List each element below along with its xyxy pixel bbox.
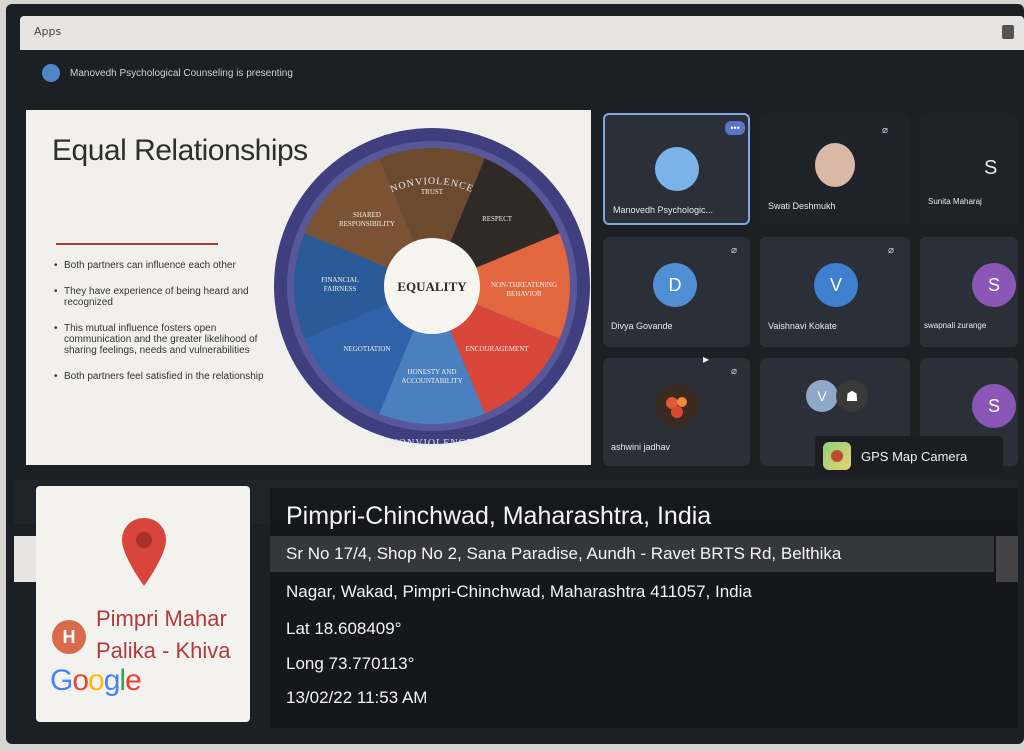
presenter-avatar-icon [42,64,60,82]
participant-name: ashwini jadhav [611,442,671,452]
gps-camera-label: GPS Map Camera [861,448,968,464]
map-place-line2: Palika - Khiva [96,638,231,663]
slide-bullet: This mutual influence fosters open commu… [54,323,272,356]
participant-tile[interactable]: ⌀ D Divya Govande [603,237,750,347]
participant-tile[interactable]: ⌀ S Sunita Maharaj [882,113,1018,225]
participant-avatar [655,147,699,191]
slide-divider [56,243,218,245]
participant-avatar: V [806,380,838,412]
map-place-line1: Pimpri Mahar [96,606,227,631]
mic-off-icon: ⌀ [888,245,895,256]
window-menu-icon[interactable] [1002,25,1014,39]
location-latitude: Lat 18.608409° [286,619,402,638]
participant-avatar: S [972,263,1016,307]
mic-off-icon: ⌀ [882,125,889,136]
wheel-segment-label: HONESTY AND ACCOUNTABILITY [401,368,462,385]
presenting-text: Manovedh Psychological Counseling is pre… [70,67,293,79]
participant-photo: ☗ [836,380,868,412]
map-pin-icon [122,518,166,586]
wheel-center-label: EQUALITY [397,279,467,294]
wheel-segment-label: NEGOTIATION [343,345,390,353]
map-thumbnail: Pimpri Mahar Palika - Khiva H Google [36,486,250,722]
location-city: Pimpri-Chinchwad, Maharashtra, India [286,502,712,530]
participant-tile[interactable]: ••• Manovedh Psychologic... [603,113,750,225]
mic-off-icon: ⌀ [731,366,738,377]
participant-avatar: V [814,263,858,307]
mic-off-icon: ⌀ [731,245,738,256]
participant-name: Vaishnavi Kokate [768,321,837,331]
gps-camera-app-icon [823,442,851,470]
location-overlay: Pimpri-Chinchwad, Maharashtra, India Sr … [270,488,1018,728]
participant-name: Swati Deshmukh [768,201,836,211]
wheel-segment-label: TRUST [421,188,444,196]
more-options-icon[interactable]: ••• [725,121,745,135]
ring-label-bottom: NONVIOLENCE [391,438,474,449]
shared-slide: Equal Relationships Both partners can in… [26,110,591,465]
slide-bullet: Both partners feel satisfied in the rela… [54,371,272,382]
taskbar-fragment [14,536,38,582]
hospital-icon: H [52,620,86,654]
location-timestamp: 13/02/22 11:53 AM [286,688,428,707]
wheel-segment-label: RESPECT [482,215,513,223]
slide-bullet: Both partners can influence each other [54,260,272,271]
participant-initial: S [984,157,998,179]
participant-avatar: S [972,384,1016,428]
google-logo: Google [50,664,142,697]
participant-tile[interactable]: S swapnali zurange [920,237,1018,347]
participant-tile[interactable]: ⌀ V Vaishnavi Kokate [760,237,910,347]
participant-tile[interactable]: ▸ ⌀ ashwini jadhav [603,352,750,466]
presenting-banner: Manovedh Psychological Counseling is pre… [42,64,293,82]
slide-bullet: They have experience of being heard and … [54,286,272,308]
apps-label[interactable]: Apps [34,25,61,38]
participant-photo [655,384,699,428]
equality-wheel: TRUSTRESPECTNON-THREATENING BEHAVIORENCOU… [274,128,590,449]
location-street-line2: Nagar, Wakad, Pimpri-Chinchwad, Maharash… [286,582,752,601]
slide-title: Equal Relationships [52,134,308,167]
slide-bullet-list: Both partners can influence each other T… [54,260,272,397]
gps-map-camera-badge: GPS Map Camera [815,436,1003,476]
location-street-line1: Sr No 17/4, Shop No 2, Sana Paradise, Au… [286,544,842,563]
participant-avatar: D [653,263,697,307]
participant-name: swapnali zurange [924,321,987,330]
participant-photo [815,143,855,187]
wheel-segment-label: FINANCIAL FAIRNESS [321,276,359,293]
participant-name: Divya Govande [611,321,673,331]
wheel-segment-label: ENCOURAGEMENT [466,345,530,353]
participant-name: Manovedh Psychologic... [613,205,714,215]
location-longitude: Long 73.770113° [286,654,415,673]
window-titlebar: Apps [20,16,1024,50]
participant-name: Sunita Maharaj [928,197,982,206]
fruit-avatar-icon [666,397,687,418]
cursor-icon: ▸ [703,352,710,366]
